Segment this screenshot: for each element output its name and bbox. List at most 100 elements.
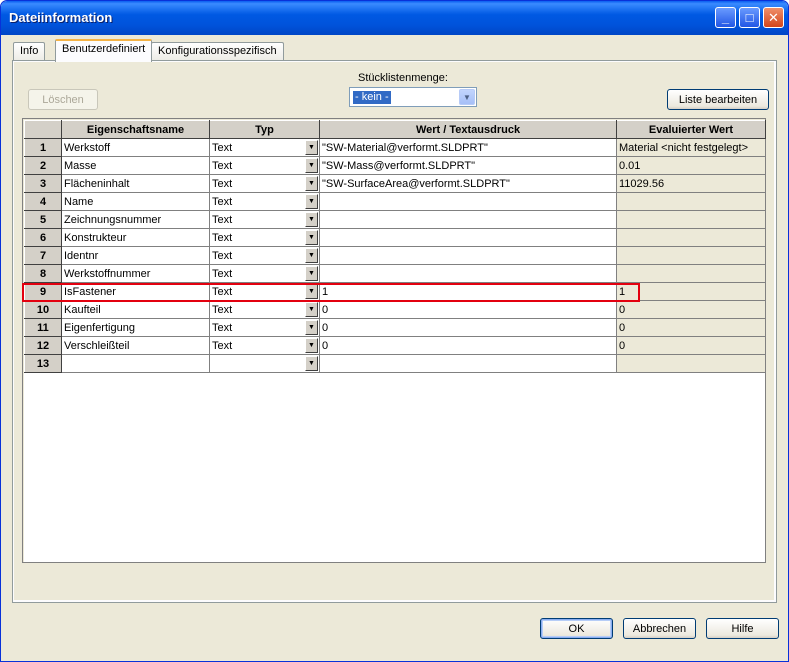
help-button[interactable]: Hilfe [706,618,779,639]
property-name-cell[interactable] [61,354,210,373]
row-number[interactable]: 10 [24,300,62,319]
property-name-cell[interactable]: Identnr [61,246,210,265]
property-value-cell[interactable] [319,210,617,229]
chevron-down-icon[interactable]: ▼ [305,338,318,353]
table-row[interactable]: 4 Name Text ▼ [24,192,766,211]
chevron-down-icon[interactable]: ▼ [305,176,318,191]
chevron-down-icon[interactable]: ▼ [305,284,318,299]
chevron-down-icon[interactable]: ▼ [305,194,318,209]
edit-list-button[interactable]: Liste bearbeiten [667,89,769,110]
chevron-down-icon[interactable]: ▼ [305,212,318,227]
property-value-cell[interactable] [319,192,617,211]
table-row[interactable]: 1 Werkstoff Text ▼ "SW-Material@verformt.SLD… [24,138,766,157]
chevron-down-icon[interactable]: ▼ [305,356,318,371]
property-type-cell[interactable]: Text ▼ [209,282,320,301]
property-name-cell[interactable]: Verschleißteil [61,336,210,355]
property-type-cell[interactable]: Text ▼ [209,210,320,229]
property-value-cell[interactable] [319,228,617,247]
property-type-cell[interactable]: Text ▼ [209,228,320,247]
property-value-cell[interactable]: 0 [319,318,617,337]
chevron-down-icon[interactable]: ▼ [459,89,475,105]
property-name-cell[interactable]: Kaufteil [61,300,210,319]
tab-konfigurationsspezifisch[interactable]: Konfigurationsspezifisch [151,42,284,61]
tab-benutzerdefiniert[interactable]: Benutzerdefiniert [55,39,153,62]
property-type-cell[interactable]: Text ▼ [209,192,320,211]
property-type-cell[interactable]: Text ▼ [209,156,320,175]
property-type-cell[interactable]: Text ▼ [209,138,320,157]
table-row[interactable]: 5 Zeichnungsnummer Text ▼ [24,210,766,229]
property-value-cell[interactable] [319,246,617,265]
property-value-cell[interactable] [319,354,617,373]
row-number[interactable]: 8 [24,264,62,283]
property-name-cell[interactable]: Eigenfertigung [61,318,210,337]
chevron-down-icon[interactable]: ▼ [305,266,318,281]
table-header-row: Eigenschaftsname Typ Wert / Textausdruck… [24,120,766,139]
row-number[interactable]: 4 [24,192,62,211]
row-number[interactable]: 7 [24,246,62,265]
property-value-cell[interactable]: 0 [319,300,617,319]
chevron-down-icon[interactable]: ▼ [305,248,318,263]
row-number[interactable]: 6 [24,228,62,247]
column-header-name[interactable]: Eigenschaftsname [61,120,210,139]
chevron-down-icon[interactable]: ▼ [305,302,318,317]
chevron-down-icon[interactable]: ▼ [305,140,318,155]
ok-button[interactable]: OK [540,618,613,639]
property-type-cell[interactable]: Text ▼ [209,174,320,193]
property-value-cell[interactable]: "SW-Mass@verformt.SLDPRT" [319,156,617,175]
close-button[interactable]: ✕ [763,7,784,28]
minimize-button[interactable]: _ [715,7,736,28]
table-row[interactable]: 3 Flächeninhalt Text ▼ "SW-SurfaceArea@verfo… [24,174,766,193]
row-number[interactable]: 2 [24,156,62,175]
table-row[interactable]: 10 Kaufteil Text ▼ 0 0 [24,300,766,319]
chevron-down-icon[interactable]: ▼ [305,158,318,173]
property-name-cell[interactable]: Name [61,192,210,211]
table-row[interactable]: 9 IsFastener Text ▼ 1 1 [24,282,766,301]
row-number[interactable]: 13 [24,354,62,373]
row-number[interactable]: 5 [24,210,62,229]
property-value-cell[interactable]: 1 [319,282,617,301]
delete-button[interactable]: Löschen [28,89,98,110]
property-name-cell[interactable]: Werkstoff [61,138,210,157]
title-bar[interactable]: Dateiinformation _ □ ✕ [1,1,788,35]
property-value-cell[interactable]: "SW-SurfaceArea@verformt.SLDPRT" [319,174,617,193]
row-number[interactable]: 12 [24,336,62,355]
chevron-down-icon[interactable]: ▼ [305,230,318,245]
cancel-button[interactable]: Abbrechen [623,618,696,639]
column-header-value[interactable]: Wert / Textausdruck [319,120,617,139]
property-name-cell[interactable]: Flächeninhalt [61,174,210,193]
file-info-dialog: Dateiinformation _ □ ✕ Info Benutzerdefi… [0,0,789,662]
table-row[interactable]: 11 Eigenfertigung Text ▼ 0 0 [24,318,766,337]
table-row[interactable]: 8 Werkstoffnummer Text ▼ [24,264,766,283]
row-number[interactable]: 1 [24,138,62,157]
property-name-cell[interactable]: Masse [61,156,210,175]
column-header-evaluated[interactable]: Evaluierter Wert [616,120,766,139]
tab-info[interactable]: Info [13,42,46,61]
row-number[interactable]: 3 [24,174,62,193]
table-row[interactable]: 7 Identnr Text ▼ [24,246,766,265]
table-row[interactable]: 13 ▼ [24,354,766,373]
table-row[interactable]: 6 Konstrukteur Text ▼ [24,228,766,247]
properties-grid[interactable]: Eigenschaftsname Typ Wert / Textausdruck… [22,118,766,563]
property-name-cell[interactable]: Konstrukteur [61,228,210,247]
property-type-cell[interactable]: Text ▼ [209,318,320,337]
property-value-cell[interactable] [319,264,617,283]
property-type-value: Text [212,249,233,262]
table-row[interactable]: 12 Verschleißteil Text ▼ 0 0 [24,336,766,355]
property-value-cell[interactable]: "SW-Material@verformt.SLDPRT" [319,138,617,157]
maximize-button[interactable]: □ [739,7,760,28]
row-number[interactable]: 9 [24,282,62,301]
table-row[interactable]: 2 Masse Text ▼ "SW-Mass@verformt.SLDPRT" 0.01 [24,156,766,175]
column-header-type[interactable]: Typ [209,120,320,139]
bom-quantity-select[interactable]: - kein - ▼ [349,87,477,107]
property-type-cell[interactable]: Text ▼ [209,300,320,319]
row-number[interactable]: 11 [24,318,62,337]
property-name-cell[interactable]: IsFastener [61,282,210,301]
property-name-cell[interactable]: Werkstoffnummer [61,264,210,283]
property-value-cell[interactable]: 0 [319,336,617,355]
property-type-cell[interactable]: Text ▼ [209,246,320,265]
property-type-cell[interactable]: ▼ [209,354,320,373]
property-name-cell[interactable]: Zeichnungsnummer [61,210,210,229]
property-type-cell[interactable]: Text ▼ [209,336,320,355]
property-type-cell[interactable]: Text ▼ [209,264,320,283]
chevron-down-icon[interactable]: ▼ [305,320,318,335]
